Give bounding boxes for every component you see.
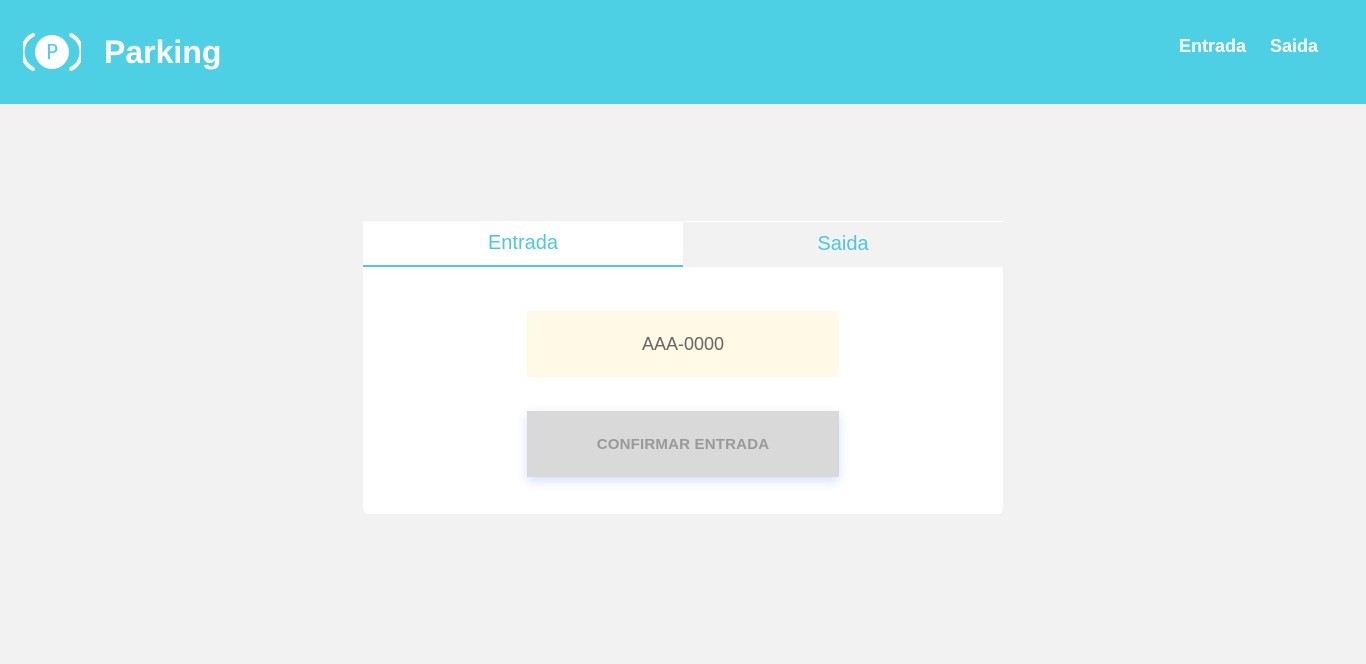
tab-entrada[interactable]: Entrada	[363, 221, 683, 267]
confirm-entry-button[interactable]: CONFIRMAR ENTRADA	[527, 411, 839, 477]
brand-title: Parking	[104, 34, 222, 70]
header: P Parking Entrada Saida	[0, 0, 1366, 104]
plate-input[interactable]	[527, 311, 839, 377]
nav-link-entrada[interactable]: Entrada	[1179, 35, 1246, 57]
parking-logo-icon: P	[20, 31, 84, 73]
top-nav: Entrada Saida	[1179, 35, 1318, 57]
tab-saida[interactable]: Saida	[683, 221, 1003, 267]
tab-bar: Entrada Saida	[363, 221, 1003, 267]
nav-link-saida[interactable]: Saida	[1270, 35, 1318, 57]
logo-letter: P	[46, 40, 58, 64]
form-card: Entrada Saida CONFIRMAR ENTRADA	[363, 221, 1003, 514]
